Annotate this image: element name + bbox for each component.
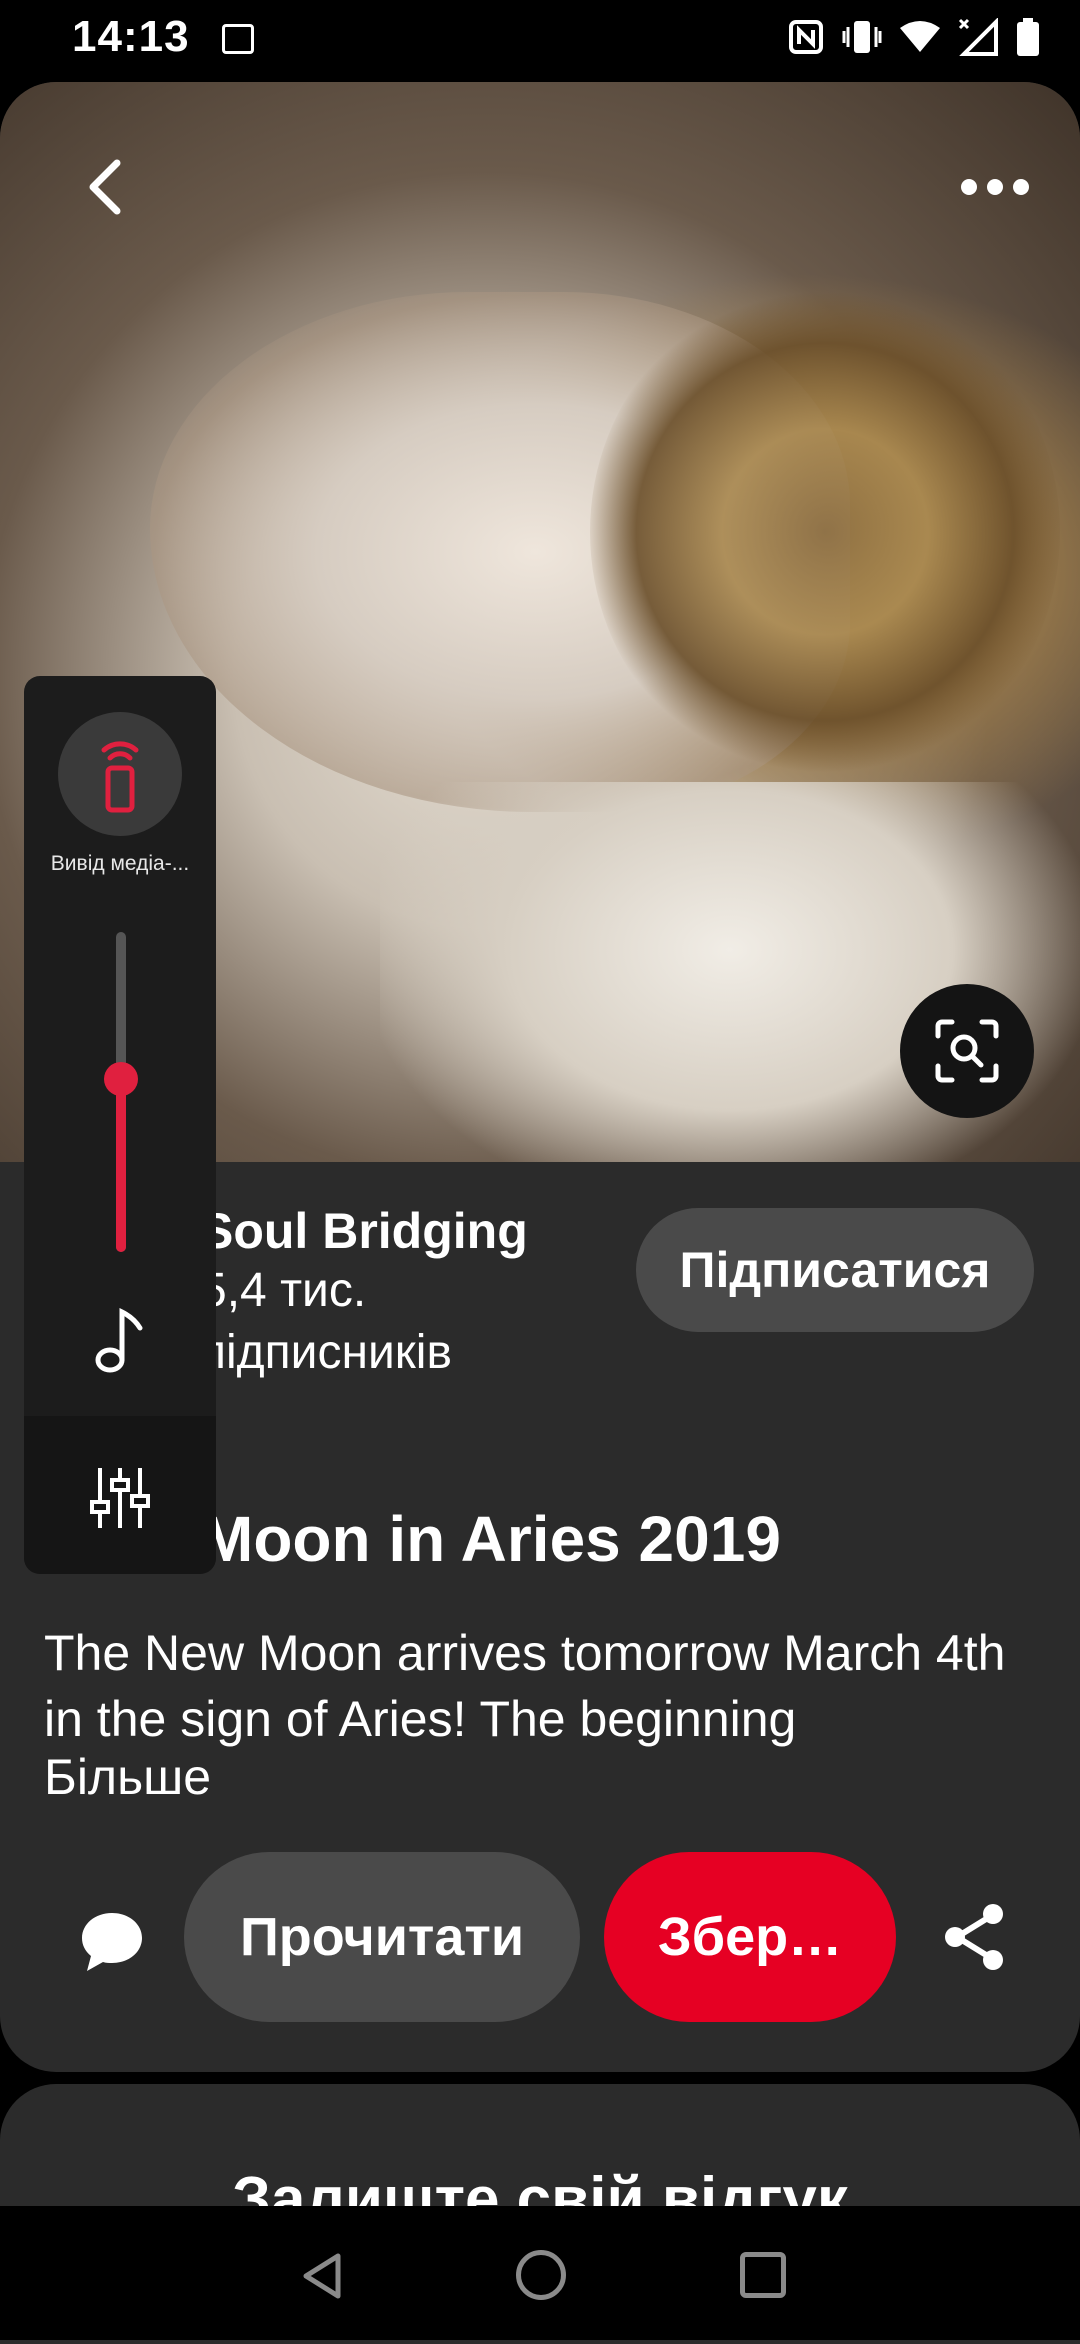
ram-horn-shape bbox=[590, 282, 1060, 782]
vibrate-icon bbox=[842, 19, 882, 60]
nav-back-button[interactable] bbox=[300, 2252, 344, 2305]
dot-icon bbox=[961, 179, 977, 195]
save-button[interactable]: Збер… bbox=[604, 1852, 896, 2022]
media-output-label: Вивід медіа-... bbox=[50, 852, 190, 875]
volume-panel: Вивід медіа-... bbox=[24, 676, 216, 1574]
more-options-button[interactable] bbox=[950, 162, 1040, 212]
status-icons bbox=[788, 17, 1040, 61]
back-button[interactable] bbox=[70, 152, 140, 222]
wifi-icon bbox=[900, 20, 940, 59]
music-note-icon[interactable] bbox=[94, 1306, 148, 1376]
chevron-left-icon bbox=[89, 159, 121, 215]
triangle-back-icon bbox=[303, 2253, 341, 2299]
share-icon bbox=[945, 1904, 1003, 1970]
comment-bubble-icon bbox=[82, 1913, 142, 1971]
media-output-button[interactable] bbox=[58, 712, 182, 836]
creator-name[interactable]: Soul Bridging bbox=[200, 1202, 528, 1260]
equalizer-icon[interactable] bbox=[90, 1466, 150, 1530]
pin-description: The New Moon arrives tomorrow March 4th … bbox=[44, 1625, 1006, 1747]
media-output-icon bbox=[101, 741, 139, 813]
visual-search-button[interactable] bbox=[900, 984, 1034, 1118]
subscribe-button[interactable]: Підписатися bbox=[636, 1208, 1034, 1332]
volume-slider-fill bbox=[116, 1079, 126, 1252]
read-button[interactable]: Прочитати bbox=[184, 1852, 580, 2022]
nav-home-button[interactable] bbox=[516, 2250, 566, 2300]
nav-recents-button[interactable] bbox=[740, 2252, 786, 2298]
more-link[interactable]: Більше bbox=[44, 1748, 211, 1806]
dot-icon bbox=[1013, 179, 1029, 195]
dot-icon bbox=[987, 179, 1003, 195]
follower-count: 5,4 тис. підписників bbox=[200, 1264, 452, 1379]
volume-slider-thumb[interactable] bbox=[104, 1062, 138, 1097]
status-time: 14:13 bbox=[72, 12, 190, 61]
nfc-icon bbox=[788, 19, 824, 60]
pin-title: Moon in Aries 2019 bbox=[200, 1503, 781, 1575]
comment-button[interactable] bbox=[72, 1902, 152, 1982]
lens-search-icon bbox=[935, 1019, 999, 1083]
image-icon bbox=[222, 24, 254, 54]
status-bar: 14:13 bbox=[0, 0, 1080, 78]
battery-icon bbox=[1016, 18, 1040, 61]
navigation-bar bbox=[0, 2206, 1080, 2340]
share-button[interactable] bbox=[934, 1892, 1014, 1982]
signal-icon bbox=[958, 17, 998, 61]
